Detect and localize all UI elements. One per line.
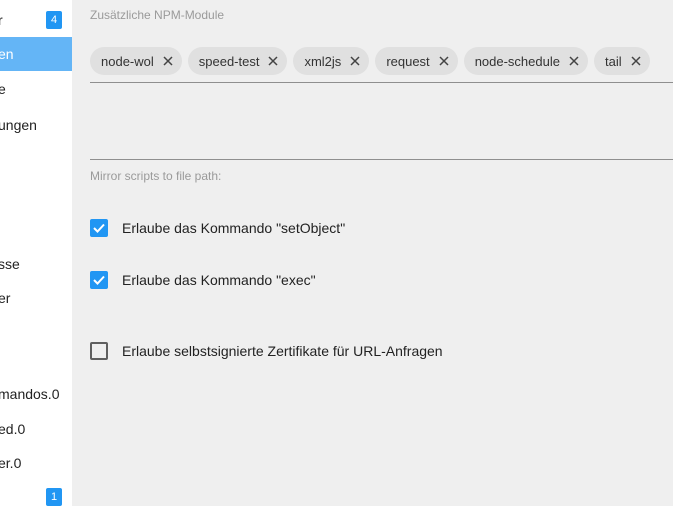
close-icon[interactable]: [162, 55, 174, 67]
check-icon: [93, 275, 105, 285]
module-chip[interactable]: xml2js: [293, 47, 370, 75]
chip-label: request: [386, 53, 430, 69]
close-icon[interactable]: [630, 55, 642, 67]
sidebar-item-5[interactable]: er: [0, 281, 72, 315]
sidebar-item-label: e: [0, 81, 6, 97]
sidebar-item-active[interactable]: en: [0, 37, 72, 71]
close-icon[interactable]: [438, 55, 450, 67]
sidebar-item-label: sse: [0, 256, 20, 272]
exec-checkbox[interactable]: [90, 271, 108, 289]
chip-label: tail: [604, 53, 622, 69]
module-chip[interactable]: speed-test: [187, 47, 288, 75]
module-chip[interactable]: tail: [593, 47, 650, 75]
close-icon[interactable]: [267, 55, 279, 67]
mirror-path-label: Mirror scripts to file path:: [90, 169, 222, 183]
module-chip[interactable]: request: [375, 47, 458, 75]
sidebar-item-9[interactable]: 1: [0, 480, 72, 506]
sidebar-item-label: r: [0, 12, 3, 28]
npm-modules-chips[interactable]: node-wol speed-test xml2js request node-…: [90, 47, 650, 75]
selfsigned-checkbox[interactable]: [90, 342, 108, 360]
exec-label: Erlaube das Kommando "exec": [122, 272, 316, 288]
sidebar-item-3[interactable]: ungen: [0, 108, 72, 142]
close-icon[interactable]: [568, 55, 580, 67]
npm-modules-label: Zusätzliche NPM-Module: [90, 8, 225, 22]
settings-panel: Zusätzliche NPM-Module node-wol speed-te…: [72, 0, 673, 506]
sidebar-item-4[interactable]: sse: [0, 247, 72, 281]
selfsigned-label: Erlaube selbstsignierte Zertifikate für …: [122, 343, 443, 359]
chip-label: xml2js: [304, 53, 342, 69]
chip-label: speed-test: [198, 53, 260, 69]
sidebar-item-6[interactable]: mandos.0: [0, 377, 72, 411]
sidebar-item-label: ed.0: [0, 421, 26, 437]
module-chip[interactable]: node-wol: [90, 47, 182, 75]
app-root: r 4 en e ungen sse er mandos.0 ed.0 er.0…: [0, 0, 673, 506]
count-badge: 1: [46, 488, 62, 506]
sidebar-item-label: er.0: [0, 455, 22, 471]
option-setobject[interactable]: Erlaube das Kommando "setObject": [90, 219, 345, 237]
close-icon[interactable]: [349, 55, 361, 67]
setobject-label: Erlaube das Kommando "setObject": [122, 220, 346, 236]
sidebar-item-label: mandos.0: [0, 386, 60, 402]
chip-label: node-wol: [101, 53, 154, 69]
sidebar: r 4 en e ungen sse er mandos.0 ed.0 er.0…: [0, 0, 72, 506]
check-icon: [93, 223, 105, 233]
sidebar-item-2[interactable]: e: [0, 72, 72, 106]
sidebar-item-label: en: [0, 46, 14, 62]
chip-label: node-schedule: [474, 53, 560, 69]
sidebar-item-8[interactable]: er.0: [0, 446, 72, 480]
sidebar-item-7[interactable]: ed.0: [0, 412, 72, 446]
setobject-checkbox[interactable]: [90, 219, 108, 237]
npm-modules-underline: [90, 82, 673, 83]
option-selfsigned-certs[interactable]: Erlaube selbstsignierte Zertifikate für …: [90, 342, 443, 360]
mirror-path-input[interactable]: [90, 159, 673, 160]
module-chip[interactable]: node-schedule: [463, 47, 588, 75]
count-badge: 4: [46, 11, 62, 29]
sidebar-item-0[interactable]: r 4: [0, 3, 72, 37]
sidebar-item-label: ungen: [0, 117, 37, 133]
option-exec[interactable]: Erlaube das Kommando "exec": [90, 271, 316, 289]
sidebar-item-label: er: [0, 290, 11, 306]
